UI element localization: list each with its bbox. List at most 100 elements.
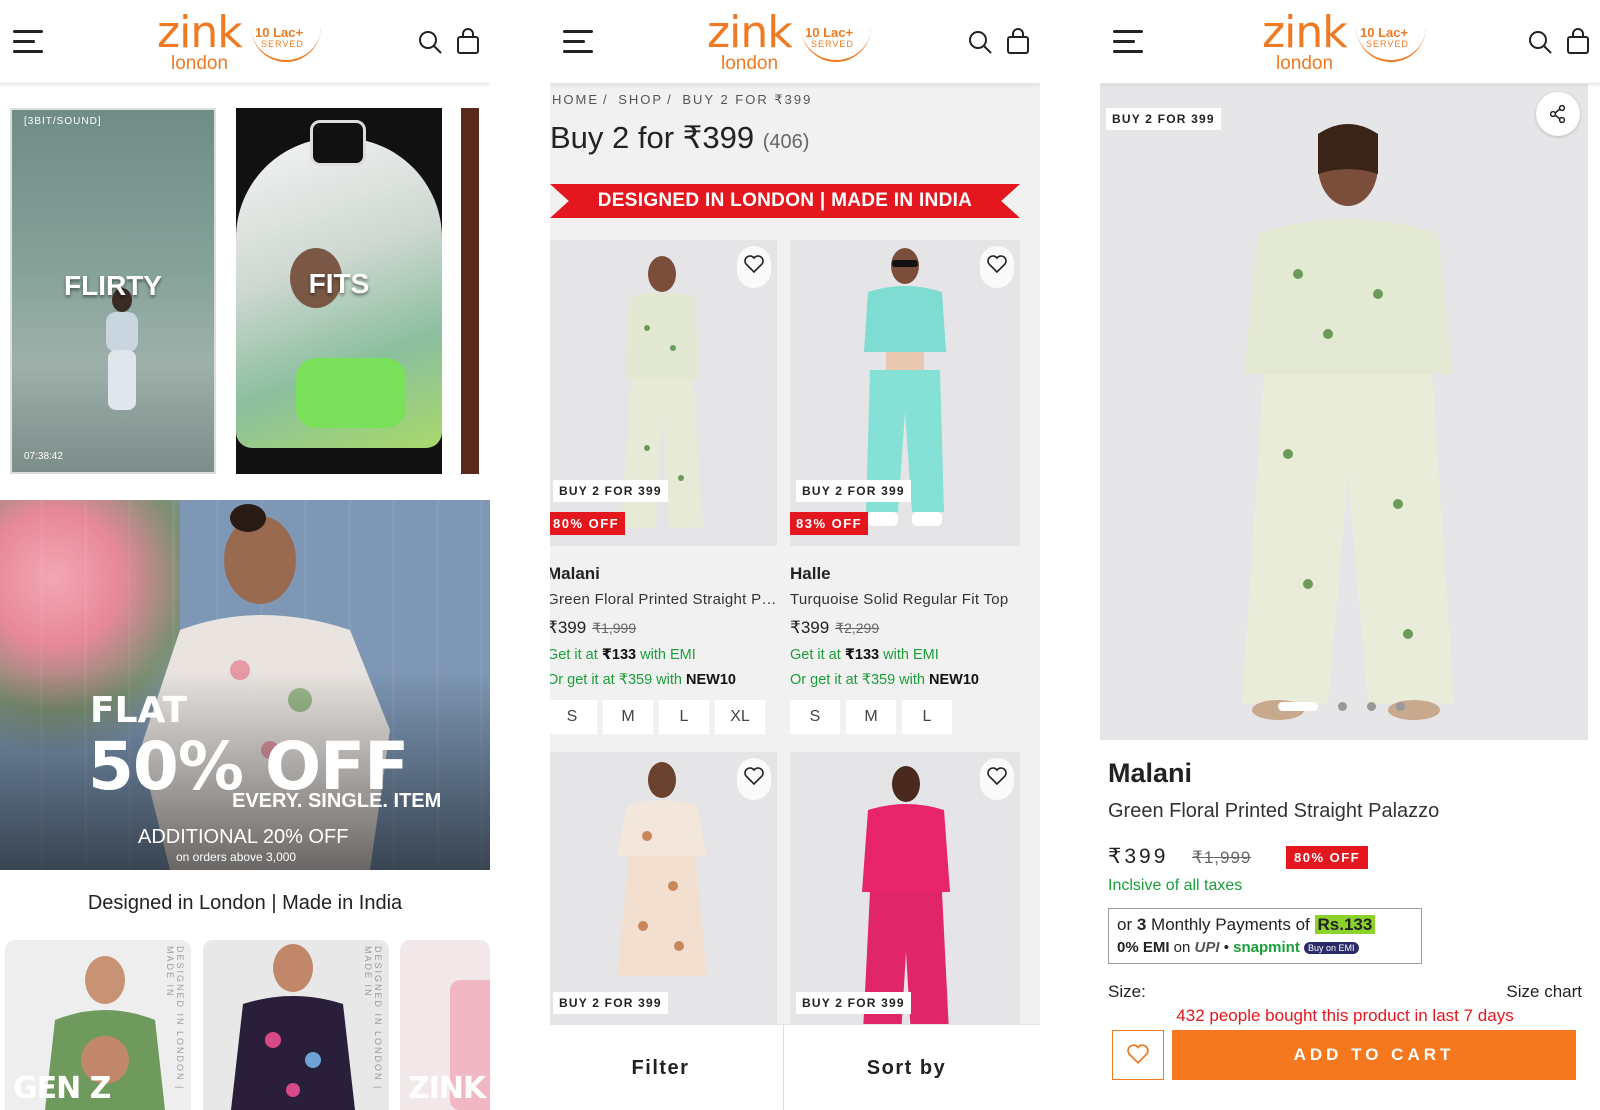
emi-prefix: Get it at bbox=[790, 647, 845, 663]
product-description[interactable]: Green Floral Printed Straight Palazzo bbox=[550, 591, 777, 608]
category-tile-zink[interactable]: ZINK bbox=[400, 940, 490, 1110]
size-option[interactable]: S bbox=[550, 700, 597, 734]
product-name[interactable]: Halle bbox=[790, 564, 831, 584]
search-icon[interactable] bbox=[1528, 30, 1552, 54]
home-screen: zink london 10 Lac+ SERVED [3BIT/SOUND] … bbox=[0, 0, 490, 1110]
product-image[interactable]: BUY 2 FOR 399 80% OFF bbox=[550, 240, 777, 546]
category-tile-genz[interactable]: DESIGNED IN LONDON | MADE IN GEN Z bbox=[5, 940, 191, 1110]
sort-button[interactable]: Sort by bbox=[784, 1025, 1029, 1110]
breadcrumb-shop[interactable]: SHOP bbox=[618, 92, 663, 107]
share-icon bbox=[1550, 105, 1566, 123]
header: zink london 10 Lac+ SERVED bbox=[1100, 0, 1600, 84]
breadcrumb: HOME / SHOP / BUY 2 FOR ₹399 bbox=[552, 92, 813, 107]
price-current: ₹399 bbox=[790, 618, 830, 637]
upi-logo: UPI bbox=[1194, 939, 1220, 956]
price-current: ₹399 bbox=[1108, 845, 1169, 868]
logo[interactable]: zink london 10 Lac+ SERVED bbox=[705, 8, 885, 78]
emi-offer-box[interactable]: or 3 Monthly Payments of Rs.133 0% EMI o… bbox=[1108, 908, 1422, 964]
carousel-dot[interactable] bbox=[1367, 702, 1376, 712]
product-price: ₹399 ₹2,299 bbox=[790, 618, 879, 638]
discount-badge: 80% OFF bbox=[550, 512, 626, 535]
logo-wordmark: zink bbox=[157, 7, 243, 58]
menu-icon[interactable] bbox=[13, 30, 43, 54]
buy-on-emi-badge: Buy on EMI bbox=[1304, 942, 1359, 955]
emi-months: 3 bbox=[1136, 915, 1147, 934]
offer-badge: BUY 2 FOR 399 bbox=[553, 480, 668, 502]
emi-line: or 3 Monthly Payments of Rs.133 bbox=[1117, 915, 1413, 935]
carousel-dot[interactable] bbox=[1396, 702, 1405, 712]
snapmint-logo: snapmint bbox=[1233, 939, 1300, 956]
breadcrumb-current: BUY 2 FOR ₹399 bbox=[682, 92, 813, 107]
product-count: (406) bbox=[762, 131, 810, 153]
size-chart-link[interactable]: Size chart bbox=[1506, 982, 1582, 1002]
product-image[interactable]: BUY 2 FOR 399 83% OFF bbox=[790, 240, 1020, 546]
add-to-cart-button[interactable]: ADD TO CART bbox=[1172, 1030, 1576, 1080]
page-title: Buy 2 for ₹399 (406) bbox=[550, 120, 809, 156]
logo-sub: london bbox=[1276, 53, 1334, 74]
size-option[interactable]: M bbox=[846, 700, 896, 734]
logo-badge-sub: SERVED bbox=[811, 39, 854, 49]
logo[interactable]: zink london 10 Lac+ SERVED bbox=[1260, 8, 1440, 78]
price-mrp: ₹2,299 bbox=[835, 620, 880, 636]
size-option[interactable]: L bbox=[902, 700, 952, 734]
menu-icon[interactable] bbox=[563, 30, 593, 54]
size-options: S M L XL bbox=[550, 700, 771, 734]
bag-icon[interactable] bbox=[456, 28, 480, 54]
category-tile-plus[interactable]: DESIGNED IN LONDON | MADE IN bbox=[203, 940, 389, 1110]
menu-icon[interactable] bbox=[1113, 30, 1143, 54]
discount-badge: 83% OFF bbox=[790, 512, 869, 535]
size-option[interactable]: L bbox=[659, 700, 709, 734]
coupon-prefix: Or get it at ₹359 with bbox=[790, 672, 929, 688]
bag-icon[interactable] bbox=[1566, 28, 1590, 54]
size-option[interactable]: S bbox=[790, 700, 840, 734]
size-options: SML bbox=[790, 700, 958, 734]
category-model bbox=[231, 944, 355, 1110]
logo[interactable]: zink london 10 Lac+ SERVED bbox=[155, 8, 335, 78]
coupon-prefix: Or get it at ₹359 with bbox=[550, 672, 686, 688]
emi-prefix: Get it at bbox=[550, 647, 602, 663]
product-hero-image[interactable] bbox=[1100, 84, 1588, 740]
wishlist-heart-icon[interactable] bbox=[737, 246, 771, 288]
offer-badge: BUY 2 FOR 399 bbox=[796, 480, 911, 502]
emi-prefix: or bbox=[1117, 915, 1137, 934]
search-icon[interactable] bbox=[968, 30, 992, 54]
size-option[interactable]: M bbox=[603, 700, 653, 734]
wishlist-heart-icon[interactable] bbox=[980, 246, 1014, 288]
listing-screen: zink london 10 Lac+ SERVED HOME / SHOP / B… bbox=[550, 0, 1040, 1110]
carousel-dot[interactable] bbox=[1338, 702, 1347, 712]
emi-provider-line: 0% EMI on UPI • snapmint Buy on EMI bbox=[1117, 939, 1413, 956]
emi-zero: 0% EMI bbox=[1117, 939, 1170, 956]
search-icon[interactable] bbox=[418, 30, 442, 54]
promo-banner[interactable]: FLAT 50% OFF EVERY. SINGLE. ITEM ADDITIO… bbox=[0, 500, 490, 870]
discount-badge: 80% OFF bbox=[1286, 846, 1369, 869]
size-option[interactable]: XL bbox=[715, 700, 765, 734]
price-current: ₹399 bbox=[550, 618, 587, 637]
reel-video[interactable]: [3BIT/SOUND] FLIRTY 07:38:42 bbox=[10, 108, 216, 474]
reel-title: FITS bbox=[308, 268, 370, 299]
carousel-dot[interactable] bbox=[1278, 702, 1318, 712]
emi-suffix: with EMI bbox=[879, 647, 939, 663]
wishlist-heart-icon[interactable] bbox=[980, 758, 1014, 800]
reel-video-peek[interactable] bbox=[461, 108, 479, 474]
emi-amount: Rs.133 bbox=[1314, 915, 1376, 934]
product-name[interactable]: Malani bbox=[550, 564, 600, 584]
offer-badge: BUY 2 FOR 399 bbox=[1106, 108, 1221, 130]
coupon-code: NEW10 bbox=[685, 672, 736, 688]
category-label: GEN Z bbox=[13, 1071, 111, 1106]
emi-amount: ₹133 bbox=[601, 647, 637, 663]
product-description[interactable]: Turquoise Solid Regular Fit Top bbox=[790, 591, 1020, 608]
heart-icon bbox=[1127, 1044, 1149, 1065]
breadcrumb-home[interactable]: HOME bbox=[552, 92, 599, 107]
product-model bbox=[1242, 124, 1454, 720]
share-button[interactable] bbox=[1536, 92, 1580, 136]
reel-video[interactable]: FITS bbox=[236, 108, 442, 474]
filter-button[interactable]: Filter bbox=[550, 1025, 783, 1110]
product-image[interactable]: BUY 2 FOR 399 bbox=[550, 752, 777, 1058]
wishlist-heart-icon[interactable] bbox=[737, 758, 771, 800]
emi-line: Get it at ₹133 with EMI bbox=[790, 647, 939, 663]
emi-text: Monthly Payments of bbox=[1146, 915, 1315, 934]
logo-sub: london bbox=[721, 53, 779, 74]
product-image[interactable]: BUY 2 FOR 399 bbox=[790, 752, 1020, 1058]
wishlist-button[interactable] bbox=[1112, 1030, 1164, 1080]
bag-icon[interactable] bbox=[1006, 28, 1030, 54]
